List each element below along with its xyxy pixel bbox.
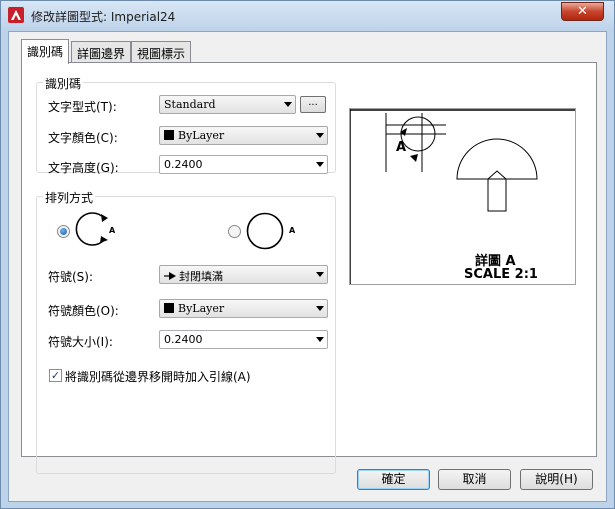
window-title: 修改詳圖型式: Imperial24	[31, 10, 176, 24]
leader-checkbox-label: 將識別碼從邊界移開時加入引線(A)	[65, 370, 251, 384]
dialog-body: 識別碼 詳圖邊界 視圖標示 識別碼 文字型式(T): Standard ... …	[8, 31, 607, 502]
symbol-size-label: 符號大小(I):	[48, 335, 113, 349]
arrangement-option-1-radio[interactable]	[57, 225, 70, 238]
arrangement-group-title: 排列方式	[43, 189, 96, 206]
chevron-down-icon	[316, 133, 324, 138]
text-style-value: Standard	[164, 98, 216, 111]
closed-filled-arrow-icon	[164, 272, 176, 280]
ok-button[interactable]: 確定	[357, 469, 430, 490]
arrangement-option-2-letter: A	[289, 226, 296, 235]
identifier-group-title: 識別碼	[43, 75, 84, 92]
autocad-logo-icon	[8, 7, 24, 23]
chevron-down-icon	[316, 162, 324, 167]
text-color-value: ByLayer	[178, 129, 225, 142]
arrangement-option-1-letter: A	[109, 226, 116, 235]
preview-detail-scale: SCALE 2:1	[464, 267, 538, 282]
text-height-combo[interactable]: 0.2400	[159, 155, 328, 174]
text-style-label: 文字型式(T):	[48, 100, 117, 114]
tab-view-label[interactable]: 視圖標示	[131, 41, 192, 63]
title-bar[interactable]: 修改詳圖型式: Imperial24 ✕	[1, 1, 614, 29]
color-swatch-icon	[164, 130, 174, 140]
help-button[interactable]: 說明(H)	[520, 469, 593, 490]
text-style-dropdown[interactable]: Standard	[159, 95, 296, 114]
text-color-label: 文字顏色(C):	[48, 131, 118, 145]
close-button[interactable]: ✕	[561, 2, 604, 21]
symbol-dropdown[interactable]: 封閉填滿	[159, 265, 328, 284]
tab-panel: 識別碼 文字型式(T): Standard ... 文字顏色(C): ByLay…	[21, 62, 597, 474]
color-swatch-icon	[164, 303, 174, 313]
symbol-size-combo[interactable]: 0.2400	[159, 330, 328, 349]
dialog-window: 修改詳圖型式: Imperial24 ✕ 識別碼 詳圖邊界 視圖標示 識別碼 文…	[0, 0, 615, 509]
text-height-label: 文字高度(G):	[48, 161, 119, 175]
text-height-value: 0.2400	[164, 158, 203, 171]
symbol-value: 封閉填滿	[179, 270, 223, 283]
style-preview: A 詳圖 A SCALE 2:1	[349, 108, 576, 285]
tab-identifier[interactable]: 識別碼	[21, 39, 70, 64]
chevron-down-icon	[316, 306, 324, 311]
symbol-color-dropdown[interactable]: ByLayer	[159, 299, 328, 318]
detail-preview-drawing	[350, 109, 575, 284]
chevron-down-icon	[316, 337, 324, 342]
arrangement-option-2-radio[interactable]	[228, 225, 241, 238]
tab-detail-boundary[interactable]: 詳圖邊界	[71, 41, 132, 63]
symbol-size-value: 0.2400	[164, 333, 203, 346]
leader-checkbox[interactable]: ✓	[49, 369, 62, 382]
text-style-browse-button[interactable]: ...	[300, 96, 326, 113]
symbol-label: 符號(S):	[48, 270, 94, 284]
cancel-button[interactable]: 取消	[438, 469, 511, 490]
text-color-dropdown[interactable]: ByLayer	[159, 126, 328, 145]
chevron-down-icon	[284, 102, 292, 107]
symbol-color-label: 符號顏色(O):	[48, 304, 119, 318]
chevron-down-icon	[316, 272, 324, 277]
circle-callout-icon	[246, 212, 284, 250]
symbol-color-value: ByLayer	[178, 302, 225, 315]
preview-callout-letter: A	[396, 140, 407, 155]
